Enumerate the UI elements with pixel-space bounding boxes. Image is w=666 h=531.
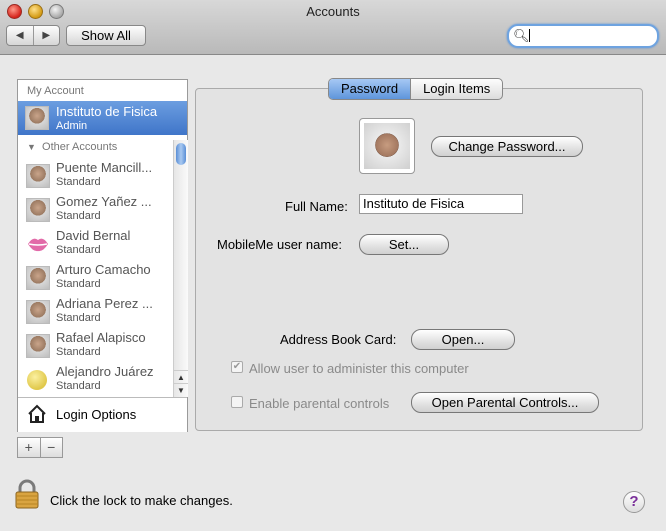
account-role: Admin — [56, 120, 88, 132]
disclosure-triangle-icon: ▼ — [27, 142, 36, 152]
account-row[interactable]: David Bernal Standard — [18, 227, 176, 261]
house-icon — [28, 404, 46, 423]
allow-admin-checkbox[interactable]: ✔ — [231, 361, 243, 373]
user-photo — [364, 123, 410, 169]
account-name: Instituto de Fisica — [56, 104, 158, 119]
text-cursor — [529, 29, 530, 42]
tab-password[interactable]: Password — [329, 79, 411, 99]
set-mobileme-button[interactable]: Set... — [359, 234, 449, 255]
back-forward-control: ◀ ▶ — [6, 25, 60, 46]
accounts-scrollbar[interactable]: ▲ ▼ — [173, 140, 188, 397]
account-row[interactable]: Arturo Camacho Standard — [18, 261, 176, 295]
account-role: Standard — [56, 380, 101, 392]
right-arrow-icon: ▶ — [42, 30, 51, 41]
avatar — [26, 164, 50, 188]
account-name: Gomez Yañez ... — [56, 194, 152, 209]
avatar — [26, 266, 50, 290]
account-name: Rafael Alapisco — [56, 330, 146, 345]
account-row[interactable]: Alejandro Juárez Standard — [18, 363, 176, 397]
account-row-selected[interactable]: Instituto de Fisica Admin — [18, 101, 187, 135]
avatar — [26, 334, 50, 358]
account-row[interactable]: Adriana Perez ... Standard — [18, 295, 176, 329]
accounts-list: My Account Instituto de Fisica Admin ▼ O… — [17, 79, 188, 432]
account-role: Standard — [56, 312, 101, 324]
left-arrow-icon: ◀ — [15, 30, 24, 41]
account-name: Alejandro Juárez — [56, 364, 154, 379]
lips-icon — [28, 238, 48, 252]
search-input[interactable]: 🔍︎ — [507, 24, 659, 48]
address-book-label: Address Book Card: — [280, 332, 397, 347]
tennis-ball-icon — [27, 370, 47, 390]
account-row[interactable]: Puente Mancill... Standard — [18, 159, 176, 193]
account-role: Standard — [56, 244, 101, 256]
avatar — [25, 106, 49, 130]
other-accounts-label: Other Accounts — [42, 141, 118, 153]
full-name-field[interactable]: Instituto de Fisica — [359, 194, 523, 214]
open-address-book-button[interactable]: Open... — [411, 329, 515, 350]
tab-bar: Password Login Items — [328, 78, 504, 100]
login-options-item[interactable]: Login Options — [18, 397, 187, 432]
parental-controls-checkbox[interactable] — [231, 396, 243, 408]
account-name: Arturo Camacho — [56, 262, 151, 277]
account-role: Standard — [56, 346, 101, 358]
allow-admin-label: Allow user to administer this computer — [249, 361, 469, 376]
account-row[interactable]: Gomez Yañez ... Standard — [18, 193, 176, 227]
mobileme-label: MobileMe user name: — [217, 237, 342, 252]
parental-controls-label: Enable parental controls — [249, 396, 390, 411]
scroll-thumb[interactable] — [176, 143, 186, 165]
add-remove-control: + − — [17, 437, 63, 458]
open-parental-controls-button[interactable]: Open Parental Controls... — [411, 392, 599, 413]
account-row[interactable]: Rafael Alapisco Standard — [18, 329, 176, 363]
account-role: Standard — [56, 278, 101, 290]
account-role: Standard — [56, 176, 101, 188]
my-account-header: My Account — [27, 85, 84, 97]
scroll-up-arrow-icon[interactable]: ▲ — [174, 370, 188, 384]
avatar — [26, 198, 50, 222]
user-picture-well[interactable] — [359, 118, 415, 174]
login-options-label: Login Options — [56, 407, 137, 422]
window-title: Accounts — [306, 4, 360, 19]
full-name-label: Full Name: — [285, 199, 348, 214]
remove-account-button[interactable]: − — [39, 438, 63, 457]
other-accounts-header[interactable]: ▼ Other Accounts — [27, 141, 117, 153]
lock-message: Click the lock to make changes. — [50, 493, 233, 508]
title-bar: Accounts ◀ ▶ Show All 🔍︎ — [0, 0, 666, 55]
avatar — [26, 300, 50, 324]
show-all-button[interactable]: Show All — [66, 25, 146, 46]
account-name: David Bernal — [56, 228, 131, 243]
add-account-button[interactable]: + — [18, 438, 40, 457]
change-password-button[interactable]: Change Password... — [431, 136, 583, 157]
tab-login-items[interactable]: Login Items — [410, 79, 502, 99]
account-role: Standard — [56, 210, 101, 222]
account-name: Puente Mancill... — [56, 160, 153, 175]
search-icon: 🔍︎ — [513, 28, 530, 43]
lock-icon[interactable] — [11, 478, 43, 510]
scroll-down-arrow-icon[interactable]: ▼ — [174, 383, 188, 397]
forward-button[interactable]: ▶ — [32, 26, 60, 45]
account-name: Adriana Perez ... — [56, 296, 153, 311]
back-button[interactable]: ◀ — [7, 26, 33, 45]
help-button[interactable]: ? — [623, 491, 645, 513]
